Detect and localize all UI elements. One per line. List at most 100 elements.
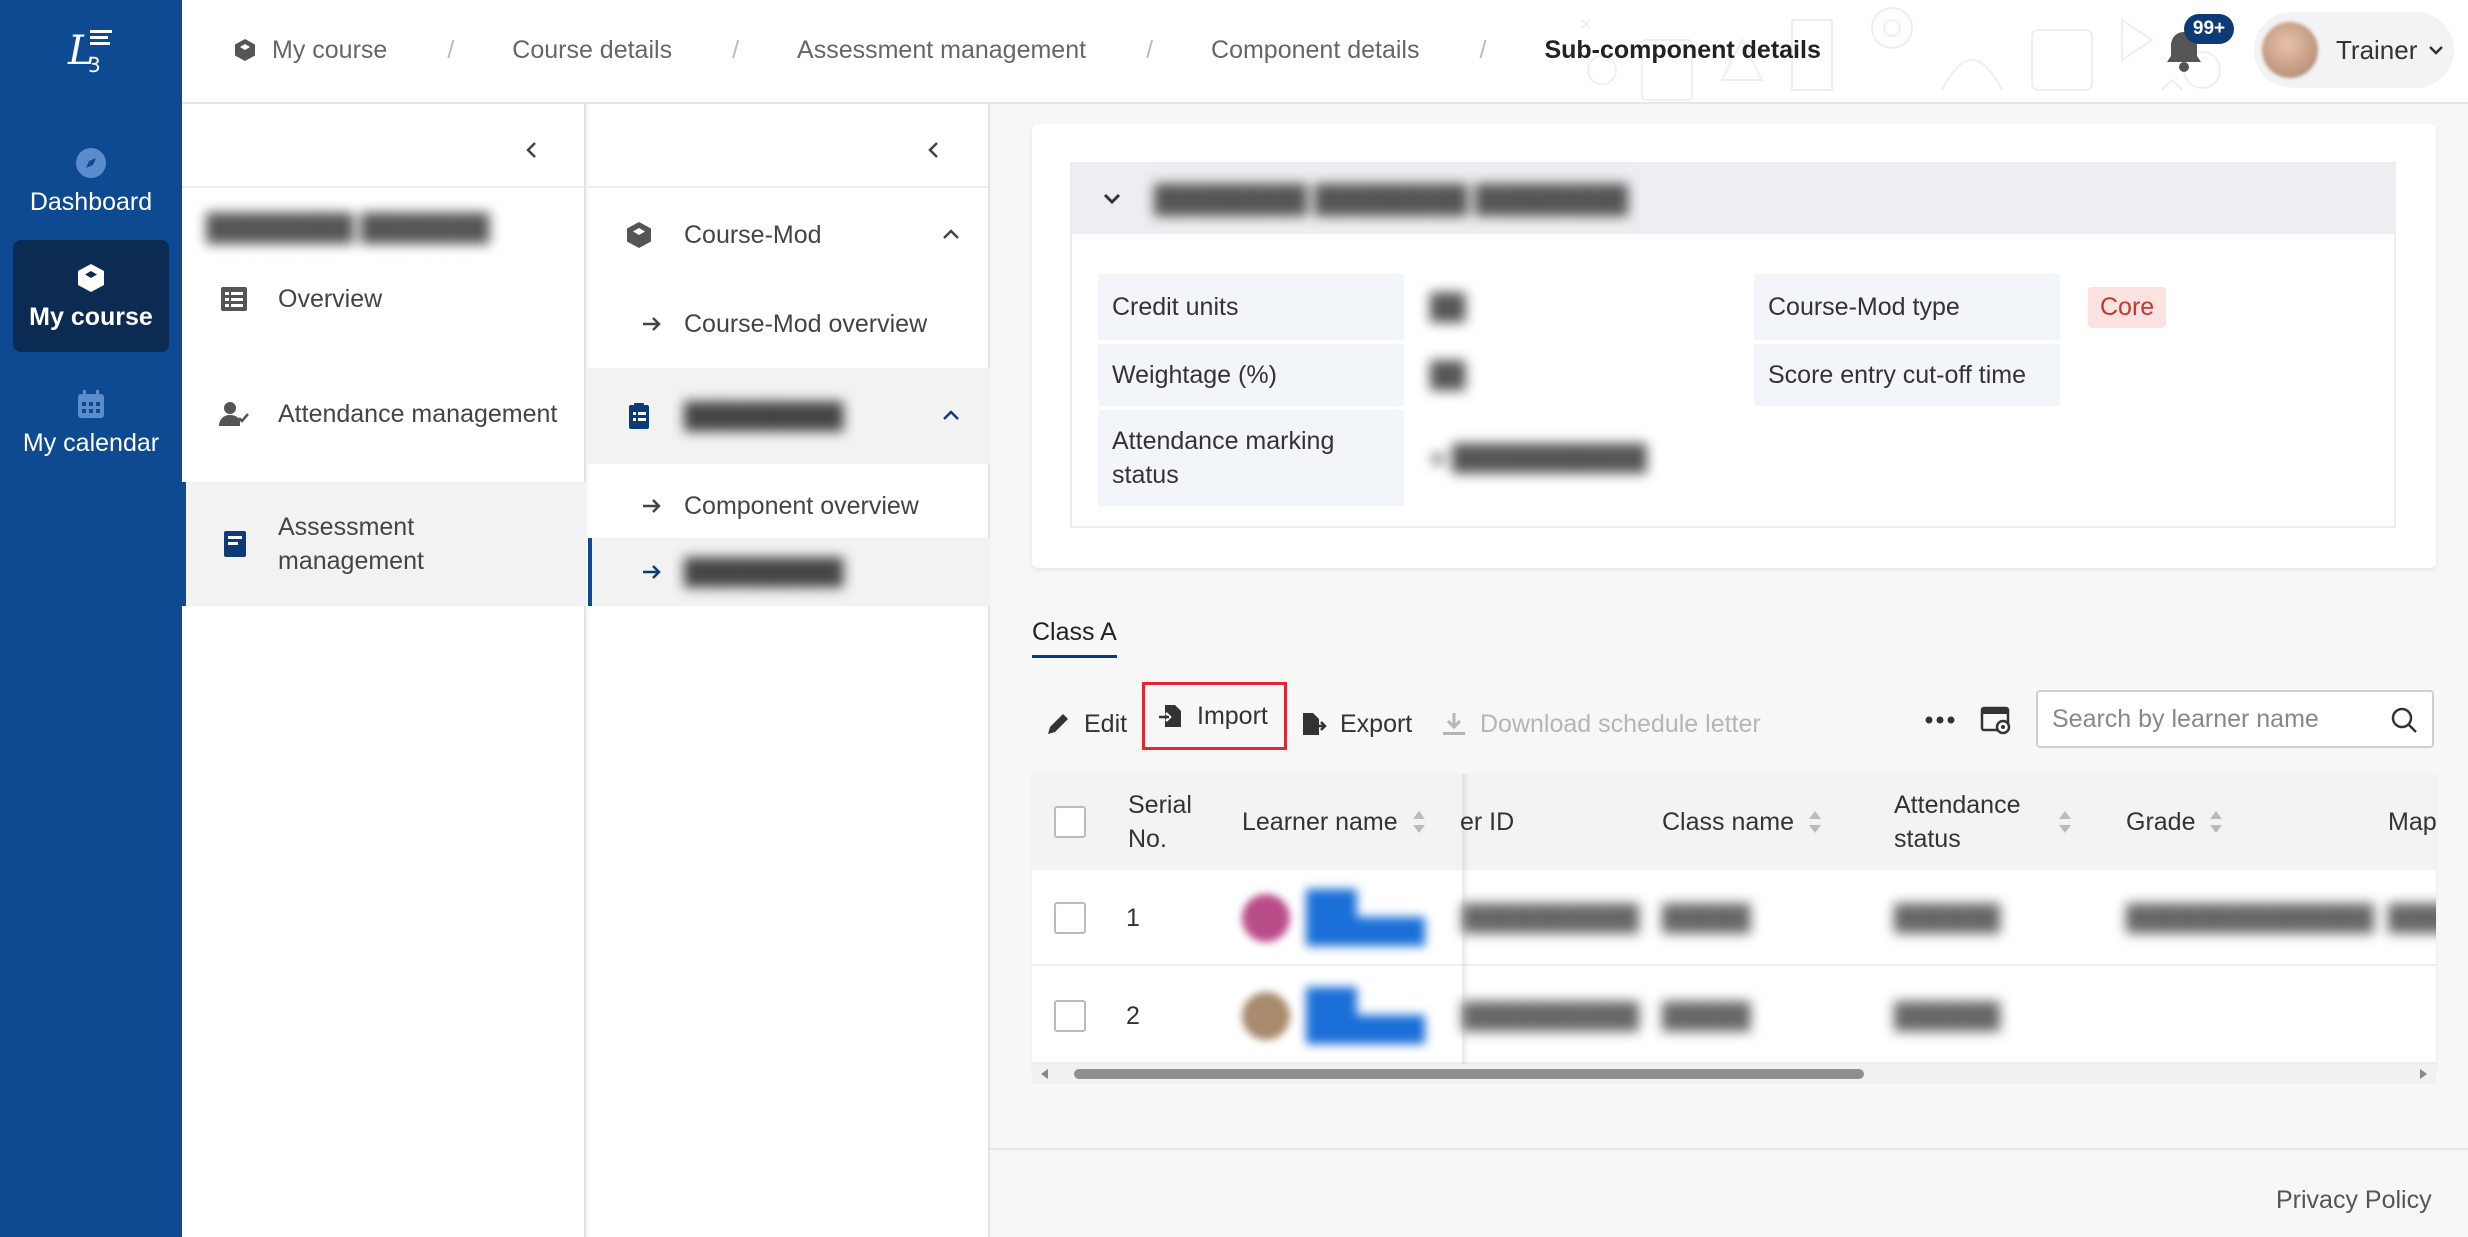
- search-box: [2036, 690, 2434, 748]
- user-check-icon: [219, 402, 249, 426]
- attendance-status-redacted: ██████: [1894, 1001, 2001, 1030]
- sort-icon: [2059, 811, 2071, 833]
- breadcrumb-sub-component-details: Sub-component details: [1544, 36, 1820, 65]
- nav-item-attendance-management[interactable]: Attendance management: [182, 374, 586, 454]
- more-options-button[interactable]: [1920, 700, 1960, 740]
- attendance-marking-status-label: Attendance marking status: [1098, 410, 1404, 506]
- file-export-icon: [1303, 713, 1327, 735]
- column-header-grade[interactable]: Grade: [2126, 774, 2223, 870]
- core-tag: Core: [2088, 286, 2167, 328]
- table-settings-icon: [1980, 706, 2011, 735]
- rail-item-my-calendar[interactable]: My calendar: [13, 366, 169, 478]
- user-name: Trainer: [2336, 34, 2418, 65]
- book-icon: [224, 531, 246, 557]
- rail-item-label: My course: [29, 302, 153, 331]
- search-input[interactable]: [2052, 704, 2372, 734]
- sub-component-title-redacted: ████████ ████████ ████████: [1154, 183, 1629, 214]
- tree-group-course-mod[interactable]: Course-Mod: [588, 188, 990, 282]
- l3-logo[interactable]: L 3: [64, 24, 118, 74]
- pencil-icon: [1048, 714, 1068, 734]
- tree-item-label: Course-Mod overview: [684, 309, 928, 338]
- breadcrumb-course-details[interactable]: Course details: [512, 36, 672, 65]
- column-header-label: Class name: [1662, 808, 1794, 836]
- breadcrumb-separator: /: [447, 35, 455, 64]
- column-header-attendance-status[interactable]: Attendance status: [1894, 774, 2094, 870]
- edit-button[interactable]: Edit: [1044, 694, 1127, 754]
- tree-item-component-overview[interactable]: Component overview: [588, 464, 990, 548]
- chevron-up-icon: [943, 410, 959, 420]
- sub-component-info-card: ████████ ████████ ████████ Credit units …: [1032, 124, 2436, 568]
- download-schedule-letter-button[interactable]: Download schedule letter: [1440, 694, 1761, 754]
- table-row: 2 ███ ███████ ██████████ █████ ██████: [1032, 968, 2436, 1064]
- fixed-column-shadow: [1462, 774, 1470, 1070]
- arrow-right-icon: [643, 565, 661, 579]
- learner-id-redacted: ██████████: [1462, 1001, 1640, 1030]
- course-mod-type-label: Course-Mod type: [1754, 274, 2060, 340]
- assessment-tree-panel: Course-Mod Course-Mod overview █████████…: [588, 104, 990, 1237]
- breadcrumb-assessment-management[interactable]: Assessment management: [797, 36, 1086, 65]
- search-icon[interactable]: [2390, 706, 2418, 734]
- left-rail: L 3 Dashboard My course My calendar: [0, 0, 182, 1237]
- learner-name-redacted: ███ ███████: [1306, 890, 1426, 945]
- tree-item-course-mod-overview[interactable]: Course-Mod overview: [588, 282, 990, 366]
- column-header-class-name[interactable]: Class name: [1662, 774, 1822, 870]
- nav-item-assessment-management[interactable]: Assessment management: [182, 482, 586, 606]
- column-header-label: Attendance status: [1894, 791, 2021, 853]
- column-header-learner-name[interactable]: Learner name: [1242, 774, 1426, 870]
- breadcrumb-my-course[interactable]: My course: [232, 36, 387, 65]
- breadcrumb-label: My course: [272, 35, 388, 64]
- chevron-left-icon: [526, 142, 536, 158]
- avatar: [2262, 22, 2318, 78]
- chevron-down-icon: [2429, 46, 2444, 55]
- rail-item-my-course[interactable]: My course: [13, 240, 169, 352]
- cube-icon: [627, 222, 651, 248]
- rail-item-label: My calendar: [22, 428, 160, 457]
- table-header: Serial No. Learner name er ID Class name…: [1032, 774, 2436, 870]
- export-button[interactable]: Export: [1300, 694, 1412, 754]
- cube-icon: [235, 39, 255, 61]
- column-header-map: Map: [2388, 808, 2436, 836]
- nav-item-label: Attendance management: [278, 400, 558, 428]
- column-header-serial-no: Serial No.: [1128, 791, 1192, 853]
- collapse-panel-button[interactable]: [914, 130, 954, 170]
- export-button-label: Export: [1340, 709, 1413, 738]
- sort-icon: [2210, 811, 2223, 833]
- course-nav-panel: ████████ ███████ Overview Attendance man…: [182, 104, 586, 1237]
- compass-icon: [76, 147, 106, 178]
- info-section-header: ████████ ████████ ████████: [1072, 164, 2394, 234]
- breadcrumb-label: Course details: [512, 35, 673, 64]
- learner-table: Serial No. Learner name er ID Class name…: [1032, 774, 2436, 1070]
- class-name-redacted: █████: [1662, 903, 1751, 932]
- privacy-policy-link[interactable]: Privacy Policy: [2276, 1186, 2432, 1215]
- learner-cell[interactable]: ███ ███████: [1242, 870, 1425, 966]
- select-all-checkbox[interactable]: [1054, 806, 1086, 838]
- breadcrumb-component-details[interactable]: Component details: [1211, 36, 1419, 65]
- tree-item-label-redacted: █████████: [684, 557, 844, 586]
- user-menu[interactable]: Trainer: [2254, 12, 2454, 88]
- learner-cell[interactable]: ███ ███████: [1242, 968, 1425, 1064]
- info-section: ████████ ████████ ████████ Credit units …: [1070, 162, 2396, 528]
- row-checkbox[interactable]: [1054, 902, 1086, 934]
- scrollbar-thumb[interactable]: [1074, 1069, 1864, 1079]
- rail-item-dashboard[interactable]: Dashboard: [13, 125, 169, 237]
- scroll-right-icon[interactable]: [2416, 1067, 2430, 1081]
- more-horizontal-icon: [1925, 716, 1955, 724]
- breadcrumb-label: Component details: [1211, 35, 1420, 64]
- tree-group-component[interactable]: █████████: [588, 368, 990, 464]
- horizontal-scrollbar[interactable]: [1032, 1064, 2436, 1084]
- breadcrumb: My course / Course details / Assessment …: [232, 0, 1821, 100]
- avatar: [1242, 894, 1290, 942]
- collapse-panel-button[interactable]: [512, 130, 552, 170]
- footer-divider: [990, 1148, 2468, 1150]
- notification-badge: 99+: [2184, 14, 2234, 44]
- column-settings-button[interactable]: [1976, 700, 2016, 740]
- scroll-left-icon[interactable]: [1038, 1067, 1052, 1081]
- breadcrumb-label: Assessment management: [797, 35, 1087, 64]
- import-button[interactable]: Import: [1142, 682, 1287, 750]
- tab-class-a[interactable]: Class A: [1032, 618, 1117, 658]
- row-checkbox[interactable]: [1054, 1000, 1086, 1032]
- cube-icon: [78, 263, 104, 292]
- tree-item-sub-component[interactable]: █████████: [588, 538, 990, 606]
- nav-item-overview[interactable]: Overview: [182, 272, 586, 326]
- chevron-down-icon[interactable]: [1100, 187, 1124, 211]
